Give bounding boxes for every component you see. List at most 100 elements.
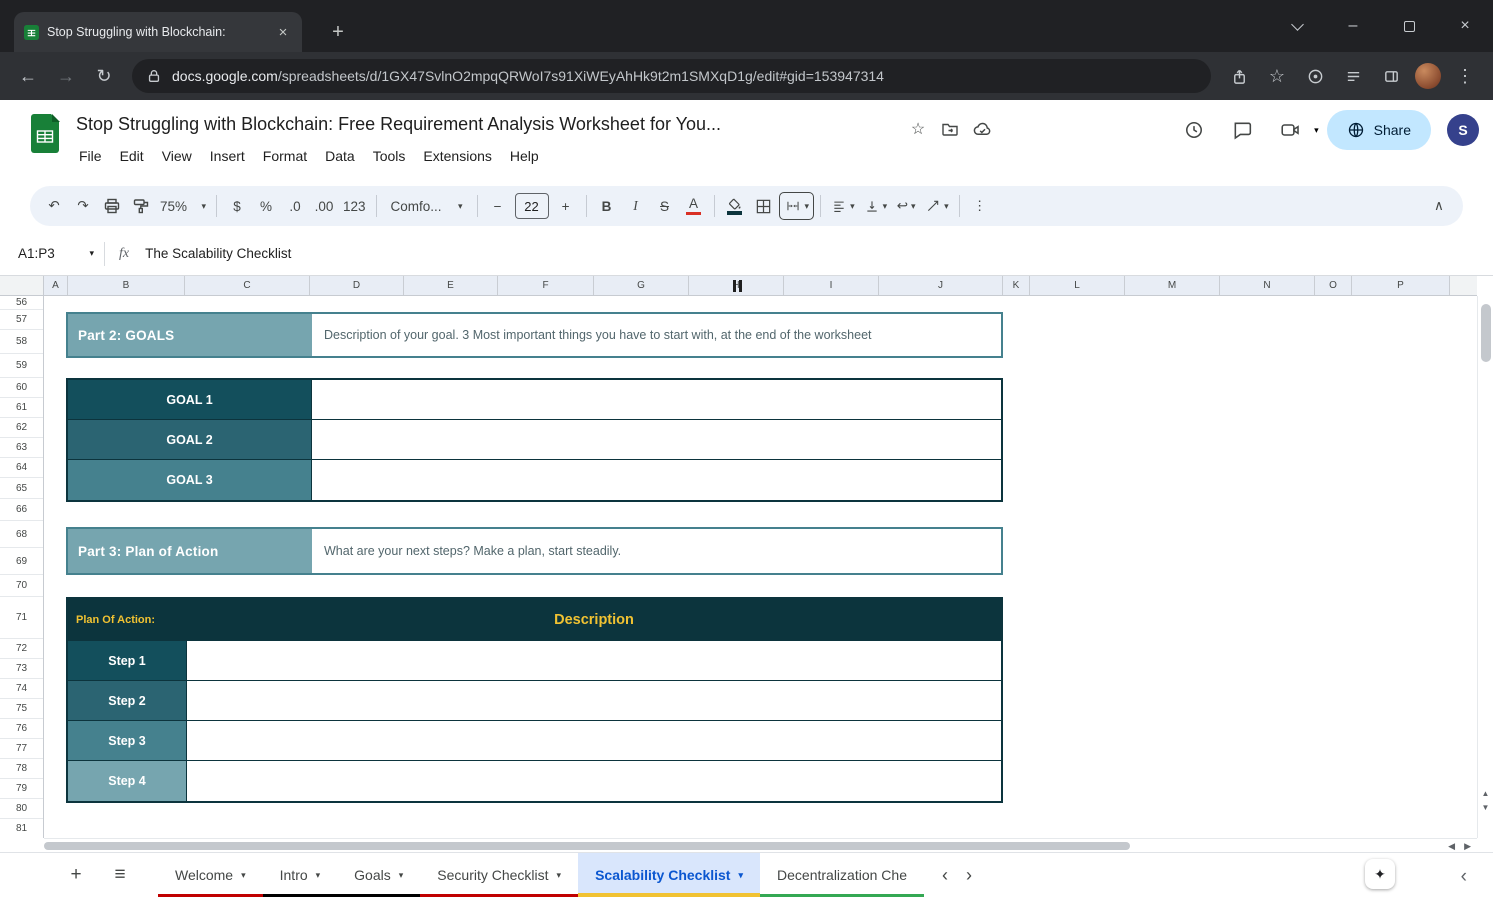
column-header-J[interactable]: J (879, 276, 1003, 295)
back-icon[interactable]: ← (10, 58, 46, 94)
row-header-58[interactable]: 58 (0, 330, 43, 354)
plan-description-header-cell[interactable]: Description (187, 612, 1001, 628)
step-label-cell[interactable]: Step 1 (68, 641, 187, 680)
row-header-65[interactable]: 65 (0, 478, 43, 499)
row-header-74[interactable]: 74 (0, 679, 43, 699)
vertical-align-button[interactable]: ▾ (860, 192, 892, 220)
add-sheet-button[interactable]: + (58, 857, 94, 893)
goal-label-cell[interactable]: GOAL 1 (68, 380, 312, 419)
row-header-61[interactable]: 61 (0, 398, 43, 418)
percent-format-button[interactable]: % (252, 192, 280, 220)
chevron-down-icon[interactable]: ▾ (738, 870, 743, 881)
name-box[interactable]: A1:P3▾ (0, 246, 104, 261)
step-value-cell[interactable] (187, 681, 1001, 720)
goal-label-cell[interactable]: GOAL 3 (68, 460, 312, 500)
font-name-select[interactable]: Comfo...▾ (383, 192, 471, 220)
more-formats-button[interactable]: 123 (339, 192, 370, 220)
text-color-button[interactable]: A (680, 192, 708, 220)
menu-view[interactable]: View (153, 144, 201, 168)
row-header-76[interactable]: 76 (0, 719, 43, 739)
window-maximize-button[interactable] (1381, 4, 1437, 48)
scroll-down-icon[interactable]: ▼ (1482, 803, 1490, 812)
row-header-60[interactable]: 60 (0, 378, 43, 398)
row-header-59[interactable]: 59 (0, 354, 43, 378)
vertical-scrollbar[interactable]: ▲ ▼ (1477, 296, 1493, 838)
sparkle-icon[interactable]: ✦ (1365, 859, 1395, 889)
goal-value-cell[interactable] (312, 420, 1001, 459)
bold-button[interactable]: B (593, 192, 621, 220)
row-header-69[interactable]: 69 (0, 548, 43, 575)
text-wrap-button[interactable]: ↩ ▾ (892, 192, 920, 220)
sheet-tab-goals[interactable]: Goals▾ (337, 853, 420, 897)
browser-profile-avatar[interactable] (1415, 63, 1441, 89)
scroll-right-icon[interactable]: ▶ (1464, 841, 1471, 852)
goal-value-cell[interactable] (312, 460, 1001, 500)
share-icon[interactable] (1221, 58, 1257, 94)
goal-label-cell[interactable]: GOAL 2 (68, 420, 312, 459)
chevron-down-icon[interactable]: ▾ (1314, 125, 1319, 136)
sheet-scroll-right-icon[interactable]: › (966, 865, 972, 886)
vertical-scrollbar-thumb[interactable] (1481, 304, 1491, 362)
step-value-cell[interactable] (187, 761, 1001, 801)
horizontal-scrollbar-thumb[interactable] (44, 842, 1130, 850)
part2-label-cell[interactable]: Part 2: GOALS (68, 314, 312, 356)
column-header-D[interactable]: D (310, 276, 404, 295)
horizontal-align-button[interactable]: ▾ (827, 192, 859, 220)
select-all-corner[interactable] (0, 276, 44, 296)
chevron-down-icon[interactable] (1269, 4, 1325, 48)
cells-area[interactable]: Part 2: GOALS Description of your goal. … (44, 296, 1477, 838)
reload-icon[interactable]: ↻ (86, 58, 122, 94)
chevron-down-icon[interactable]: ▾ (316, 870, 321, 881)
horizontal-scrollbar[interactable]: ◀ ▶ (44, 838, 1477, 852)
borders-icon[interactable] (750, 192, 778, 220)
plan-title-cell[interactable]: Plan Of Action: (68, 614, 187, 626)
sheet-tab-security-checklist[interactable]: Security Checklist▾ (420, 853, 578, 897)
strikethrough-button[interactable]: S (651, 192, 679, 220)
merge-cells-button[interactable]: ▾ (779, 192, 815, 220)
column-header-M[interactable]: M (1125, 276, 1220, 295)
row-header-78[interactable]: 78 (0, 759, 43, 779)
increase-font-size-button[interactable]: + (552, 192, 580, 220)
new-tab-button[interactable]: + (324, 18, 352, 46)
all-sheets-menu-icon[interactable]: ≡ (102, 857, 138, 893)
menu-help[interactable]: Help (501, 144, 548, 168)
comments-icon[interactable] (1222, 110, 1262, 150)
decrease-decimal-button[interactable]: .0 (281, 192, 309, 220)
more-options-icon[interactable]: ⋮ (966, 192, 994, 220)
currency-format-button[interactable]: $ (223, 192, 251, 220)
document-title[interactable]: Stop Struggling with Blockchain: Free Re… (76, 114, 721, 135)
video-call-control[interactable]: ▾ (1270, 110, 1319, 150)
menu-insert[interactable]: Insert (201, 144, 254, 168)
font-size-input[interactable]: 22 (515, 193, 549, 219)
column-header-C[interactable]: C (185, 276, 310, 295)
column-header-B[interactable]: B (68, 276, 185, 295)
side-panel-icon[interactable] (1373, 58, 1409, 94)
window-minimize-button[interactable]: – (1325, 4, 1381, 48)
address-bar[interactable]: docs.google.com/spreadsheets/d/1GX47Svln… (132, 59, 1211, 93)
paint-format-icon[interactable] (127, 192, 155, 220)
scroll-up-icon[interactable]: ▲ (1482, 789, 1490, 798)
share-button[interactable]: Share (1327, 110, 1431, 150)
step-label-cell[interactable]: Step 3 (68, 721, 187, 760)
part3-label-cell[interactable]: Part 3: Plan of Action (68, 529, 312, 573)
chevron-down-icon[interactable]: ▾ (89, 248, 94, 259)
chevron-down-icon[interactable]: ▾ (241, 870, 246, 881)
step-value-cell[interactable] (187, 721, 1001, 760)
menu-data[interactable]: Data (316, 144, 364, 168)
tab-close-icon[interactable]: × (274, 23, 292, 41)
column-header-G[interactable]: G (594, 276, 689, 295)
frozen-pane-handle-icon[interactable] (733, 280, 742, 292)
window-close-button[interactable]: × (1437, 4, 1493, 48)
bookmark-star-icon[interactable]: ☆ (1259, 58, 1295, 94)
step-label-cell[interactable]: Step 2 (68, 681, 187, 720)
decrease-font-size-button[interactable]: − (484, 192, 512, 220)
row-header-77[interactable]: 77 (0, 739, 43, 759)
collapse-toolbar-icon[interactable]: ∧ (1425, 192, 1453, 220)
row-header-81[interactable]: 81 (0, 819, 43, 838)
row-header-63[interactable]: 63 (0, 438, 43, 458)
fill-color-button[interactable] (721, 192, 749, 220)
zoom-control[interactable]: 75%▾ (156, 192, 210, 220)
column-header-N[interactable]: N (1220, 276, 1315, 295)
account-avatar[interactable]: S (1447, 114, 1479, 146)
row-header-75[interactable]: 75 (0, 699, 43, 719)
